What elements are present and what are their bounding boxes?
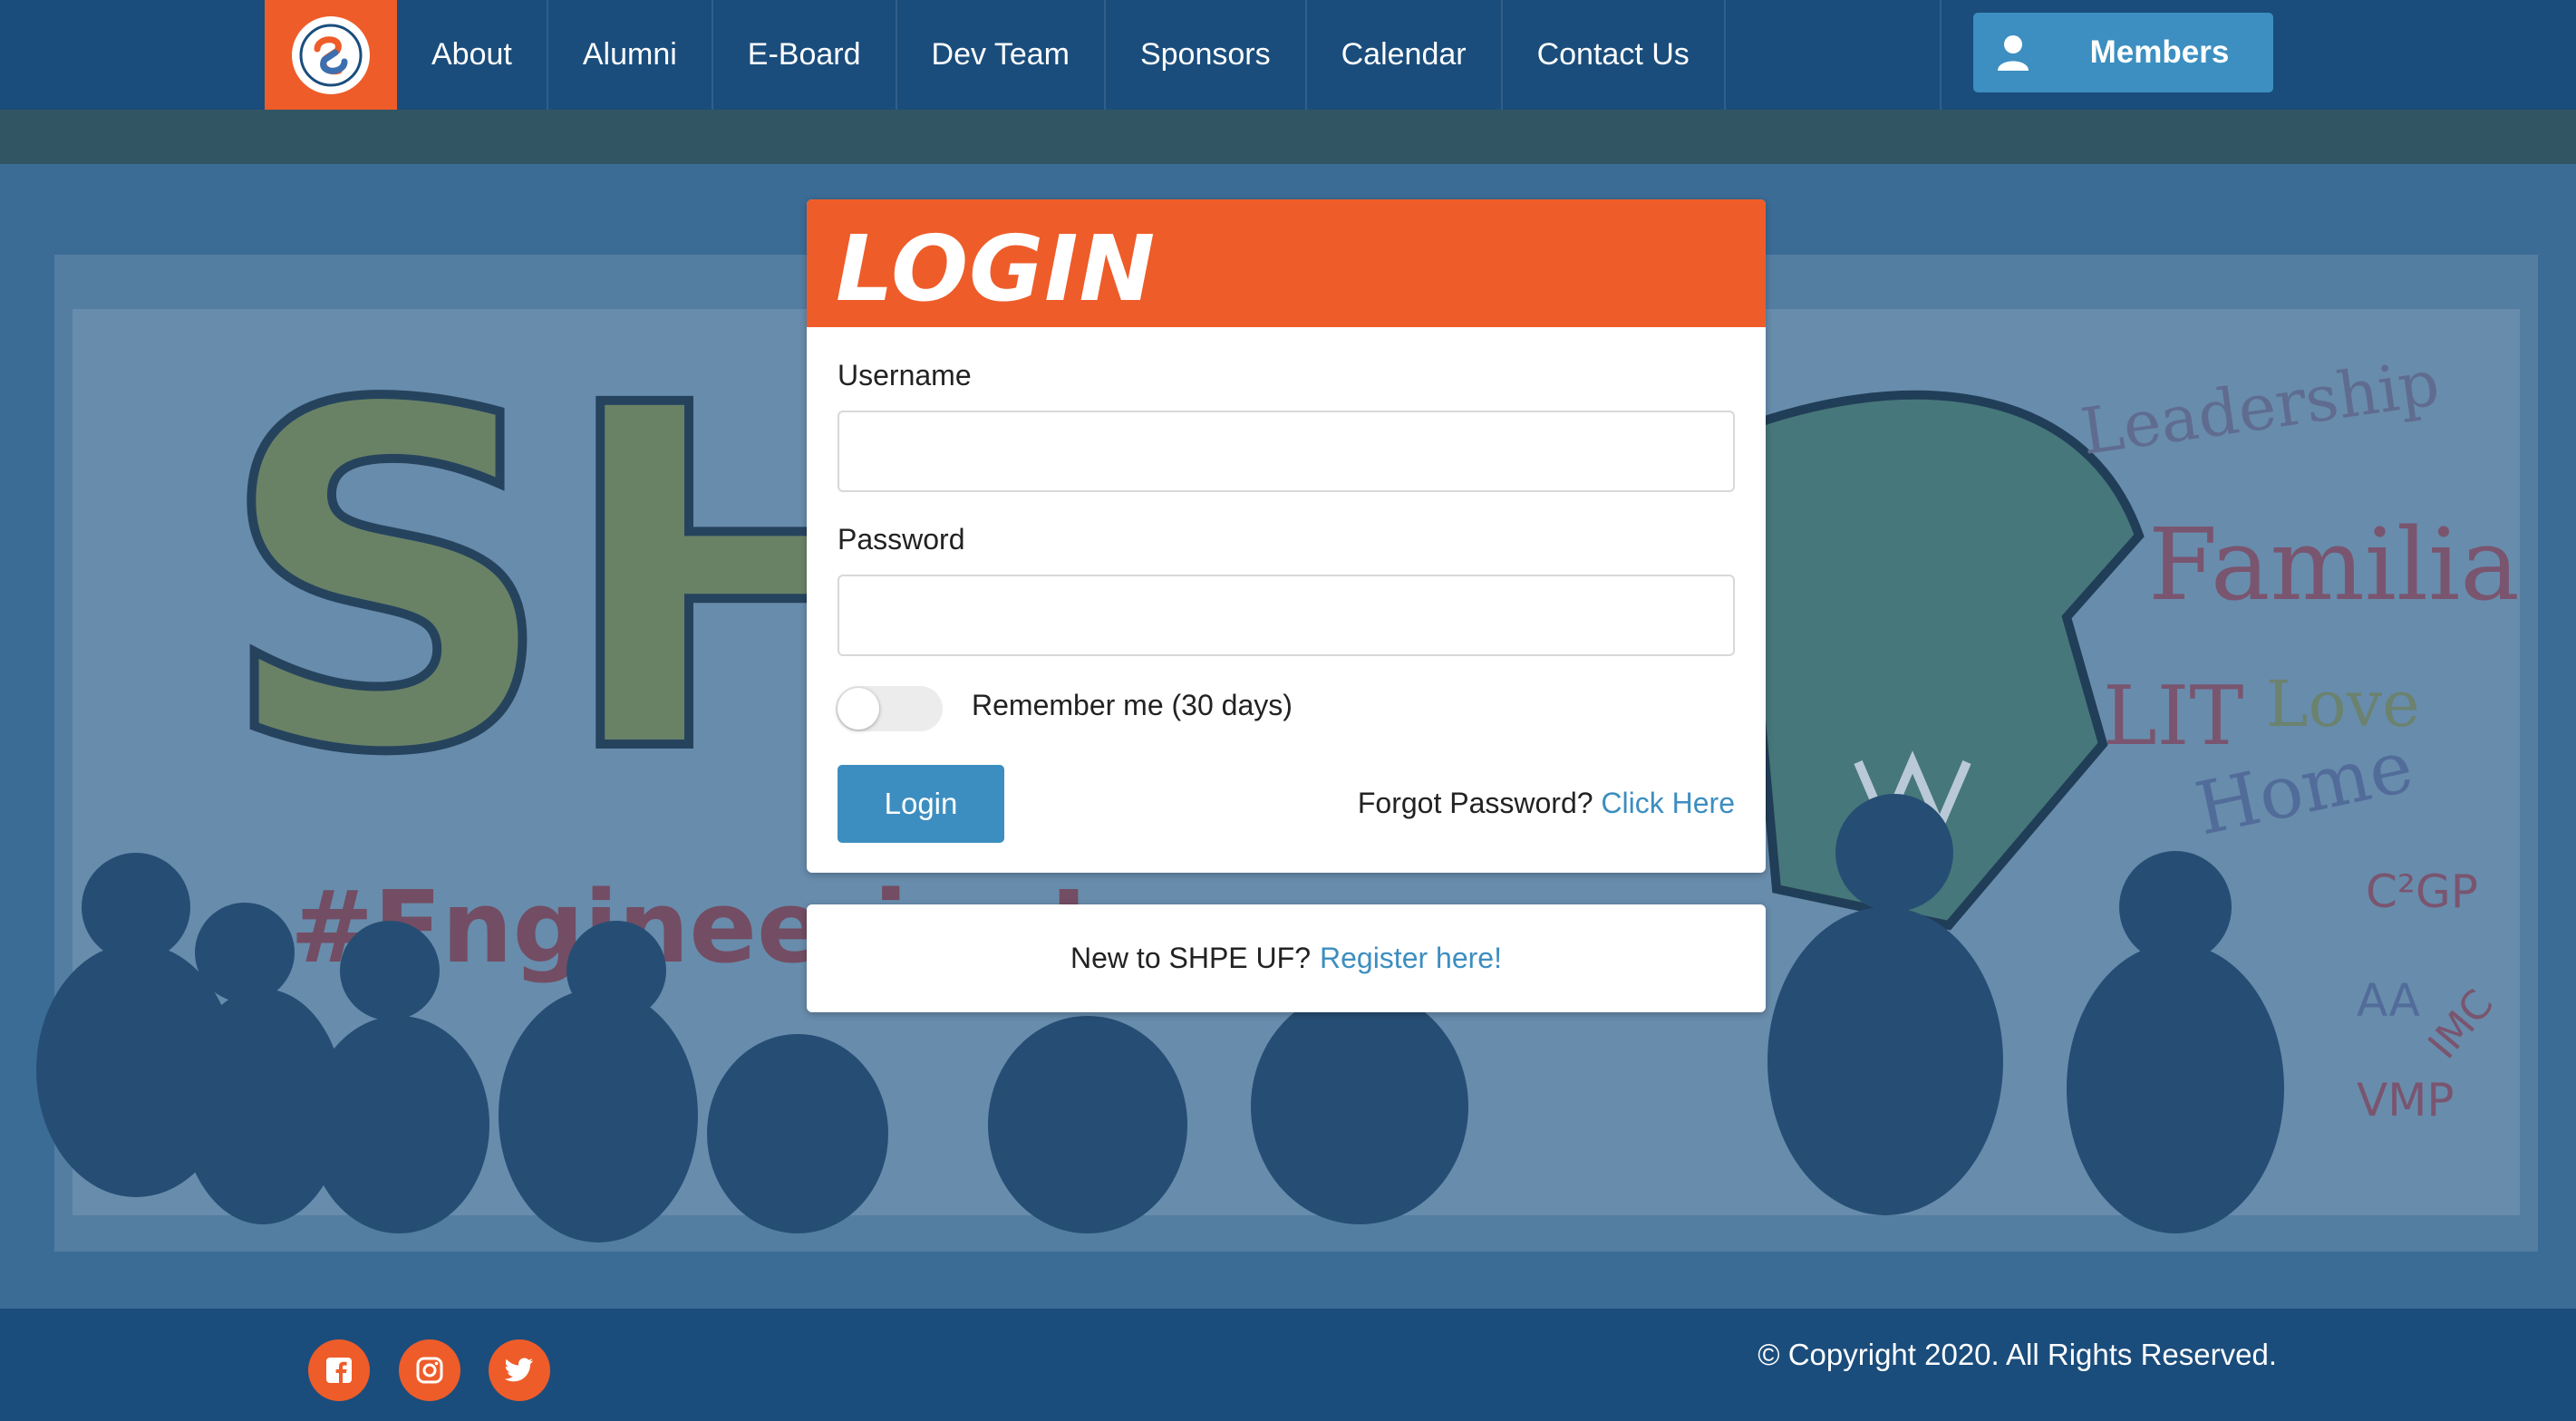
- remember-me-toggle[interactable]: [836, 686, 943, 731]
- register-card: New to SHPE UF? Register here!: [807, 904, 1766, 1012]
- forgot-password-link[interactable]: Click Here: [1601, 787, 1735, 819]
- nav-divider: [1940, 0, 1942, 110]
- forgot-password-text: Forgot Password?: [1357, 787, 1593, 819]
- login-title: LOGIN: [836, 216, 1157, 322]
- members-button-label: Members: [2089, 34, 2230, 70]
- twitter-icon[interactable]: [489, 1339, 550, 1401]
- instagram-icon[interactable]: [399, 1339, 460, 1401]
- home-logo-link[interactable]: [265, 0, 397, 110]
- nav-alumni-link[interactable]: Alumni: [548, 0, 713, 110]
- login-card-header: LOGIN: [807, 199, 1766, 327]
- login-button[interactable]: Login: [838, 765, 1004, 843]
- login-card: LOGIN Username Password Remember me (30 …: [807, 199, 1766, 873]
- password-input[interactable]: [838, 575, 1735, 656]
- register-prompt: New to SHPE UF?: [1070, 942, 1311, 974]
- register-link[interactable]: Register here!: [1320, 942, 1502, 975]
- members-button[interactable]: Members: [1973, 13, 2273, 92]
- nav-sponsors-link[interactable]: Sponsors: [1106, 0, 1307, 110]
- footer: © Copyright 2020. All Rights Reserved.: [0, 1309, 2576, 1421]
- remember-me-label: Remember me (30 days): [972, 689, 1293, 721]
- user-icon: [1997, 34, 2029, 75]
- shpe-logo-icon: [292, 15, 370, 94]
- nav-about-link[interactable]: About: [397, 0, 548, 110]
- username-input[interactable]: [838, 411, 1735, 492]
- nav-menu: About Alumni E-Board Dev Team Sponsors C…: [397, 0, 1726, 110]
- top-navbar: About Alumni E-Board Dev Team Sponsors C…: [0, 0, 2576, 110]
- toggle-knob: [838, 688, 879, 730]
- nav-contact-link[interactable]: Contact Us: [1503, 0, 1726, 110]
- forgot-password-row: Forgot Password? Click Here: [1358, 787, 1735, 820]
- password-label: Password: [838, 523, 965, 556]
- facebook-icon[interactable]: [308, 1339, 370, 1401]
- nav-devteam-link[interactable]: Dev Team: [897, 0, 1106, 110]
- username-label: Username: [838, 359, 972, 392]
- copyright-text: © Copyright 2020. All Rights Reserved.: [1758, 1338, 2277, 1371]
- nav-calendar-link[interactable]: Calendar: [1307, 0, 1503, 110]
- nav-eboard-link[interactable]: E-Board: [713, 0, 897, 110]
